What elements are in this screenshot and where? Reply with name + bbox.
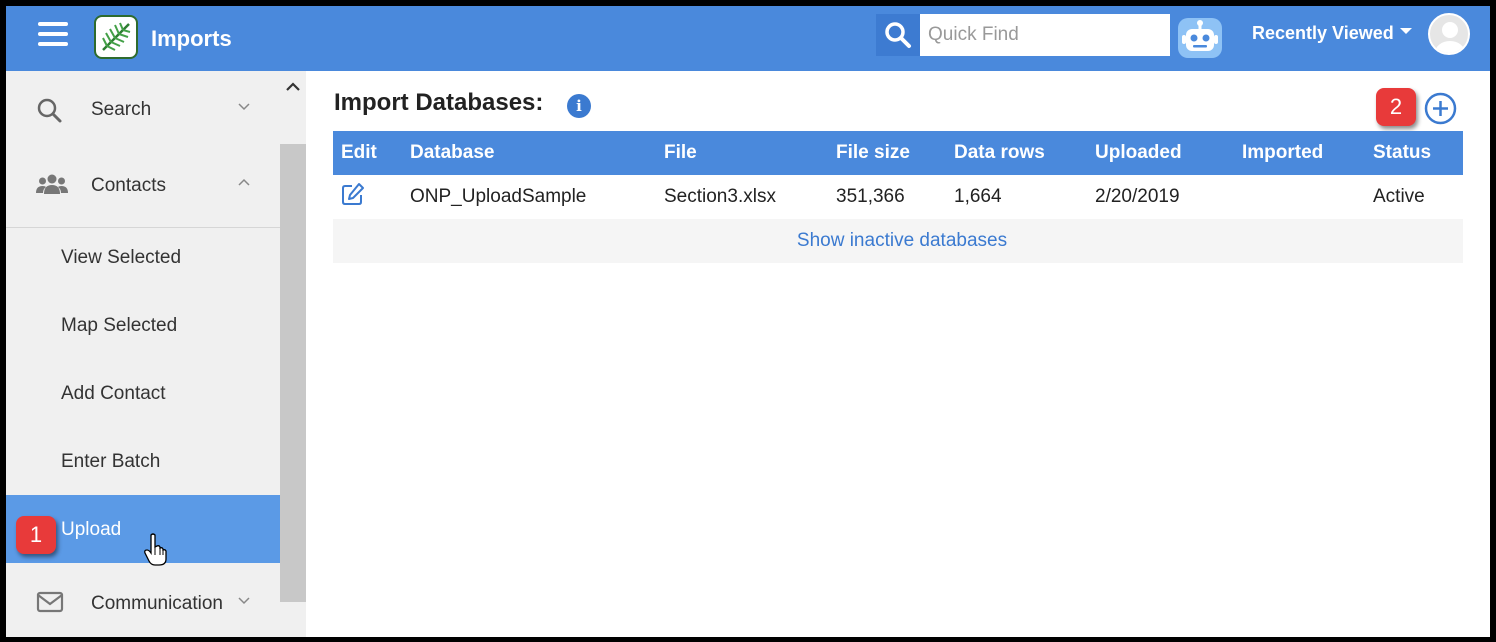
- recently-viewed-label: Recently Viewed: [1252, 23, 1394, 43]
- sidebar-item-label: Communication: [91, 593, 223, 614]
- app-logo[interactable]: [94, 15, 138, 59]
- chevron-down-icon: [236, 99, 252, 115]
- sidebar-item-map-selected[interactable]: Map Selected: [6, 291, 280, 359]
- quick-find-input[interactable]: [920, 14, 1170, 56]
- page-title: Import Databases:: [334, 89, 544, 116]
- sidebar-item-search[interactable]: Search: [6, 71, 280, 147]
- show-inactive-link[interactable]: Show inactive databases: [333, 219, 1463, 263]
- import-databases-table: Edit Database File File size Data rows U…: [333, 131, 1463, 263]
- top-bar: Imports Recently Viewed: [6, 6, 1490, 71]
- menu-icon[interactable]: [38, 22, 68, 46]
- sidebar-item-contacts[interactable]: Contacts: [6, 147, 280, 223]
- database-cell: ONP_UploadSample: [410, 186, 587, 207]
- uploaded-cell: 2/20/2019: [1095, 186, 1180, 207]
- table-header-row: Edit Database File File size Data rows U…: [333, 131, 1463, 175]
- column-header-database[interactable]: Database: [402, 131, 656, 175]
- column-header-file-size[interactable]: File size: [828, 131, 946, 175]
- caret-down-icon: [1399, 28, 1412, 35]
- table-row: ONP_UploadSample Section3.xlsx 351,366 1…: [333, 175, 1463, 219]
- user-avatar[interactable]: [1428, 13, 1470, 55]
- column-header-edit: Edit: [333, 131, 402, 175]
- sidebar-item-label: Enter Batch: [61, 451, 161, 472]
- sidebar-item-view-selected[interactable]: View Selected: [6, 223, 280, 291]
- edit-cell: [333, 175, 402, 219]
- sidebar-item-communication[interactable]: Communication: [6, 563, 280, 637]
- sidebar-item-enter-batch[interactable]: Enter Batch: [6, 427, 280, 495]
- column-header-file[interactable]: File: [656, 131, 828, 175]
- add-database-button[interactable]: [1424, 92, 1457, 125]
- file-size-cell: 351,366: [836, 186, 905, 207]
- imported-cell: [1234, 175, 1365, 219]
- sidebar-item-add-contact[interactable]: Add Contact: [6, 359, 280, 427]
- sidebar-item-label: Search: [91, 99, 152, 120]
- info-icon[interactable]: i: [567, 94, 591, 118]
- status-cell: Active: [1373, 186, 1425, 207]
- sidebar-item-label: View Selected: [61, 247, 182, 268]
- column-header-status[interactable]: Status: [1365, 131, 1463, 175]
- sidebar-scrollbar-thumb[interactable]: [280, 144, 306, 602]
- mail-icon: [36, 591, 66, 617]
- file-cell: Section3.xlsx: [664, 186, 776, 207]
- column-header-data-rows[interactable]: Data rows: [946, 131, 1087, 175]
- sidebar-item-label: Add Contact: [61, 383, 166, 404]
- hand-pointer-cursor-icon: [143, 533, 169, 567]
- search-icon[interactable]: [876, 14, 920, 56]
- edit-icon[interactable]: [341, 182, 365, 212]
- search-icon: [36, 97, 66, 123]
- chevron-up-icon[interactable]: [285, 80, 301, 94]
- callout-badge-1: 1: [16, 516, 56, 554]
- callout-badge-2: 2: [1376, 88, 1416, 126]
- app-window: Imports Recently Viewed: [6, 6, 1490, 637]
- sidebar-item-label: Map Selected: [61, 315, 178, 336]
- sidebar-item-label: Upload: [61, 519, 122, 540]
- app-title: Imports: [151, 26, 232, 51]
- column-header-imported[interactable]: Imported: [1234, 131, 1365, 175]
- recently-viewed-dropdown[interactable]: Recently Viewed: [1252, 23, 1412, 44]
- show-inactive-row: Show inactive databases: [333, 219, 1463, 263]
- contacts-icon: [36, 173, 68, 199]
- chevron-up-icon: [236, 175, 252, 191]
- data-rows-cell: 1,664: [954, 186, 1002, 207]
- chevron-down-icon: [236, 593, 252, 609]
- plus-circle-icon: [1424, 92, 1457, 125]
- sidebar-item-label: Contacts: [91, 175, 166, 196]
- robot-assistant-icon[interactable]: [1176, 14, 1224, 62]
- column-header-uploaded[interactable]: Uploaded: [1087, 131, 1234, 175]
